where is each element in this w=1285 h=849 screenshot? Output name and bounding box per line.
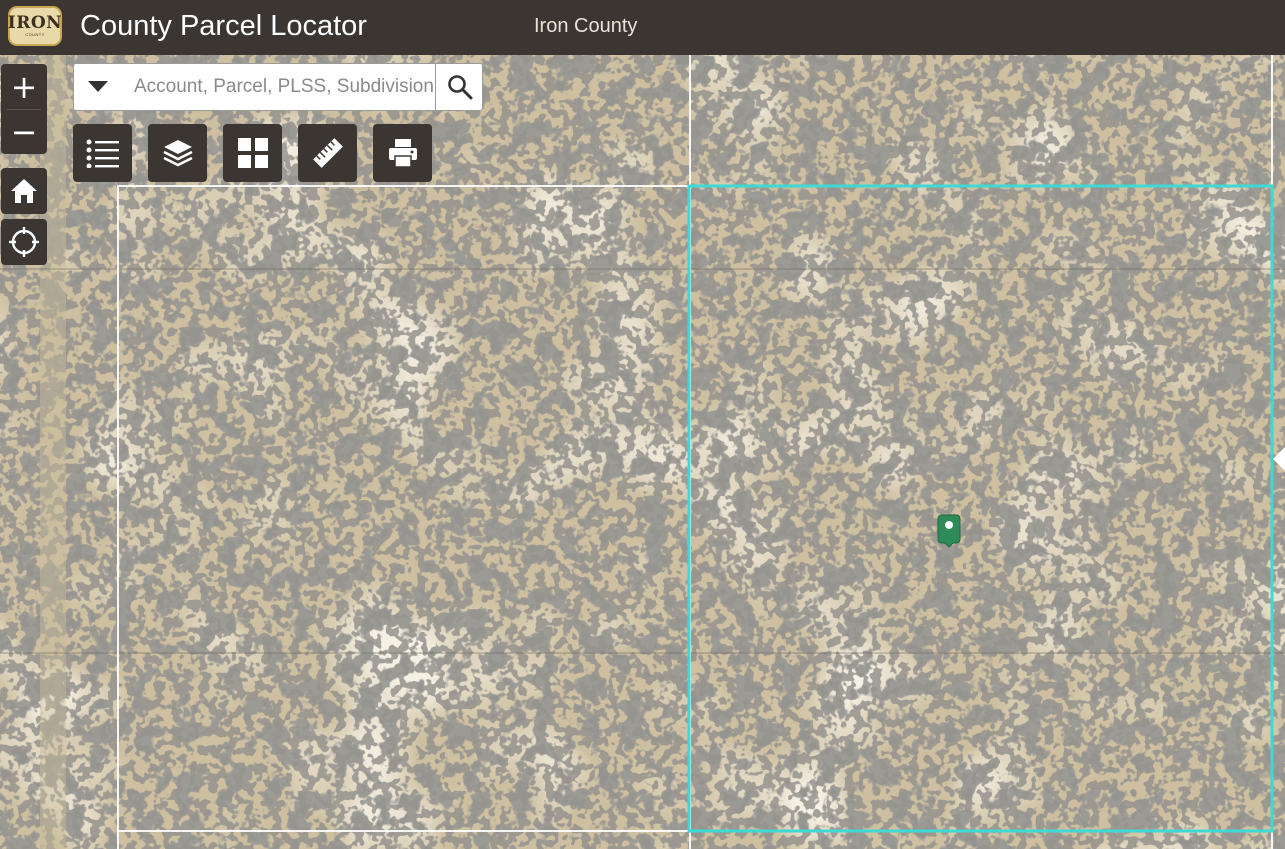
plus-icon: + xyxy=(10,67,38,106)
search-icon xyxy=(448,75,473,100)
print-button[interactable] xyxy=(373,124,432,182)
print-icon xyxy=(388,139,417,168)
search-box xyxy=(73,63,483,111)
measure-button[interactable] xyxy=(298,124,357,182)
app-title: County Parcel Locator xyxy=(80,10,367,42)
search-button[interactable] xyxy=(435,64,484,110)
basemap-grid-icon xyxy=(237,138,268,168)
measure-ruler-icon xyxy=(312,138,343,168)
basemap-button[interactable] xyxy=(223,124,282,182)
home-icon xyxy=(11,179,37,203)
logo-text: IRON xyxy=(7,13,63,33)
county-logo[interactable]: IRON COUNTY xyxy=(8,6,62,46)
locate-button[interactable] xyxy=(1,219,47,265)
search-source-dropdown[interactable] xyxy=(74,64,122,110)
zoom-control: + − xyxy=(1,64,47,154)
side-panel-toggle[interactable] xyxy=(1273,447,1285,471)
home-button[interactable] xyxy=(1,168,47,214)
logo-subtext: COUNTY xyxy=(25,32,45,37)
zoom-in-button[interactable]: + xyxy=(1,64,47,109)
caret-down-icon xyxy=(88,81,108,92)
layers-button[interactable] xyxy=(148,124,207,182)
search-input[interactable] xyxy=(134,72,434,102)
legend-button[interactable] xyxy=(73,124,132,182)
layers-icon xyxy=(162,140,193,167)
app-header: IRON COUNTY County Parcel Locator Iron C… xyxy=(0,0,1285,55)
zoom-out-button[interactable]: − xyxy=(1,109,47,154)
legend-list-icon xyxy=(86,139,119,168)
county-name: Iron County xyxy=(534,15,638,37)
location-marker-icon[interactable] xyxy=(937,514,961,548)
locate-icon xyxy=(9,227,39,257)
minus-icon: − xyxy=(10,112,38,151)
